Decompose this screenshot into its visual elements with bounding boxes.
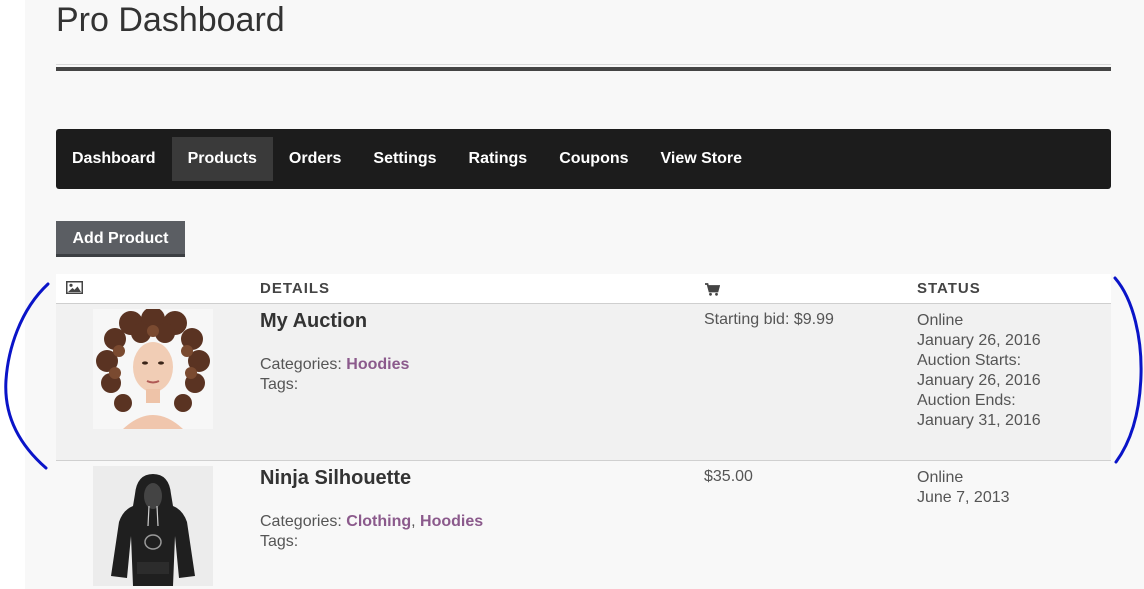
image-icon: [66, 281, 83, 298]
product-status: Online January 26, 2016 Auction Starts: …: [917, 311, 1041, 431]
product-thumbnail[interactable]: [93, 466, 213, 586]
column-header-status: STATUS: [917, 280, 981, 297]
nav-item-orders[interactable]: Orders: [273, 137, 357, 181]
status-line: Auction Ends:: [917, 392, 1016, 409]
product-categories: Categories: Hoodies: [260, 355, 409, 375]
cart-icon: [705, 283, 721, 300]
nav-item-ratings[interactable]: Ratings: [453, 137, 544, 181]
page-title: Pro Dashboard: [56, 1, 285, 39]
status-line: January 26, 2016: [917, 332, 1041, 349]
nav-item-coupons[interactable]: Coupons: [543, 137, 644, 181]
category-link-clothing[interactable]: Clothing: [346, 513, 411, 530]
column-header-details: DETAILS: [260, 280, 331, 297]
category-link-hoodies[interactable]: Hoodies: [346, 356, 409, 373]
product-categories: Categories: Clothing, Hoodies: [260, 512, 483, 532]
nav-item-dashboard[interactable]: Dashboard: [56, 137, 172, 181]
table-header: DETAILS STATUS: [56, 274, 1111, 304]
status-line: Auction Starts:: [917, 352, 1022, 369]
category-separator: ,: [411, 513, 421, 530]
categories-label: Categories:: [260, 513, 342, 530]
nav-item-products[interactable]: Products: [171, 137, 273, 181]
status-line: June 7, 2013: [917, 489, 1010, 506]
category-link-hoodies[interactable]: Hoodies: [420, 513, 483, 530]
product-tags: Tags:: [260, 533, 299, 550]
status-line: January 31, 2016: [917, 412, 1041, 429]
product-price: $35.00: [704, 468, 753, 485]
title-divider-thin: [56, 64, 1111, 65]
add-product-button[interactable]: Add Product: [56, 221, 185, 257]
categories-label: Categories:: [260, 356, 342, 373]
product-name[interactable]: Ninja Silhouette: [260, 467, 411, 490]
product-thumbnail[interactable]: [93, 309, 213, 429]
status-line: January 26, 2016: [917, 372, 1041, 389]
product-price: Starting bid: $9.99: [704, 311, 834, 328]
product-name[interactable]: My Auction: [260, 310, 367, 333]
status-line: Online: [917, 312, 964, 329]
nav-item-view-store[interactable]: View Store: [645, 137, 759, 181]
table-row: My Auction Categories: Hoodies Tags: Sta…: [56, 304, 1111, 461]
title-divider-thick: [56, 67, 1111, 71]
product-tags: Tags:: [260, 376, 299, 393]
nav-item-settings[interactable]: Settings: [357, 137, 452, 181]
dashboard-nav: Dashboard Products Orders Settings Ratin…: [56, 129, 1111, 189]
table-row: Ninja Silhouette Categories: Clothing, H…: [56, 461, 1111, 589]
product-status: Online June 7, 2013: [917, 468, 1010, 508]
status-line: Online: [917, 469, 964, 486]
